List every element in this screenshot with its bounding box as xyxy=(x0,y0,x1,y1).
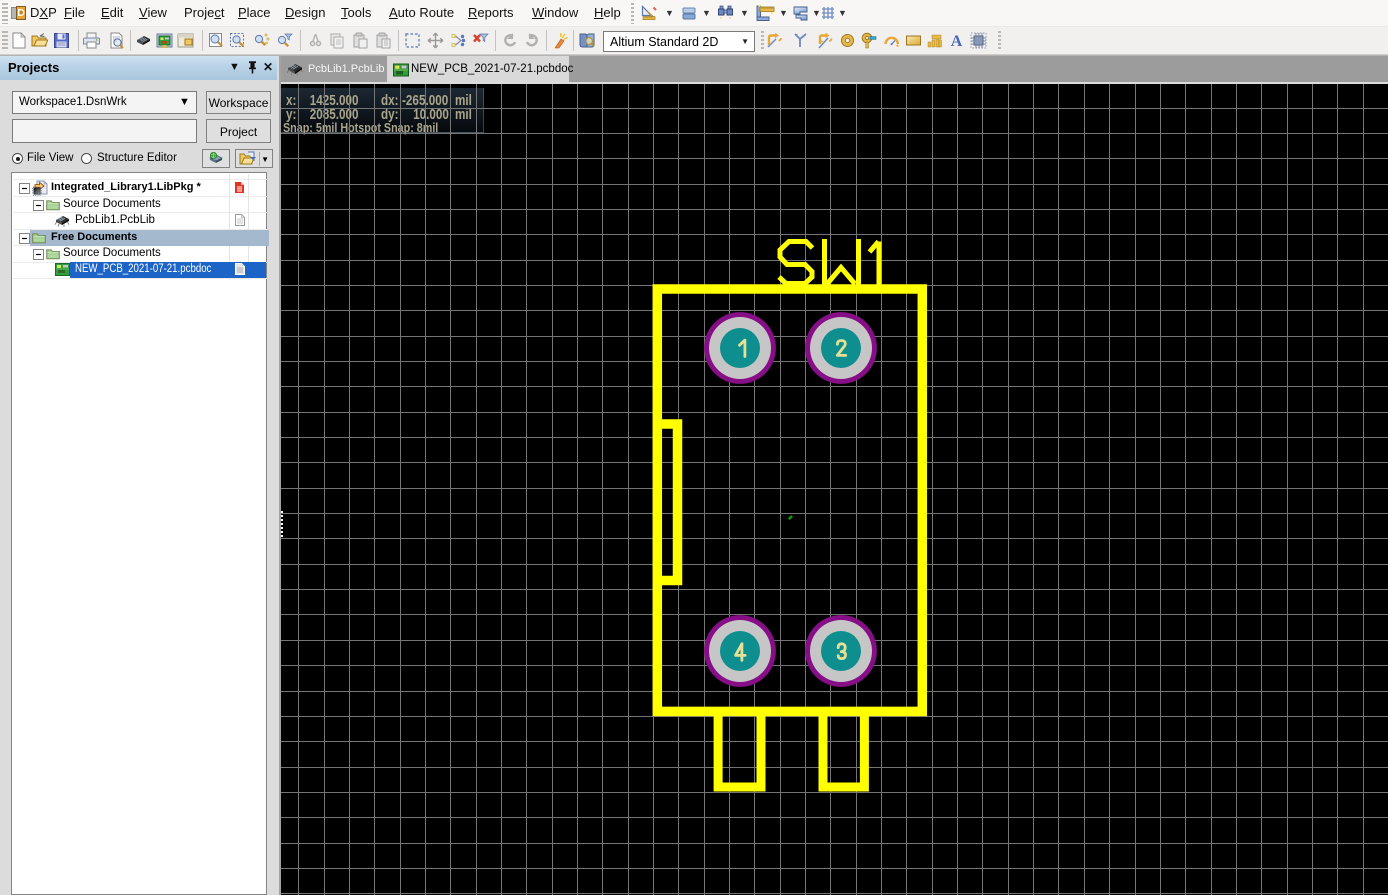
svg-text:A: A xyxy=(951,33,963,49)
